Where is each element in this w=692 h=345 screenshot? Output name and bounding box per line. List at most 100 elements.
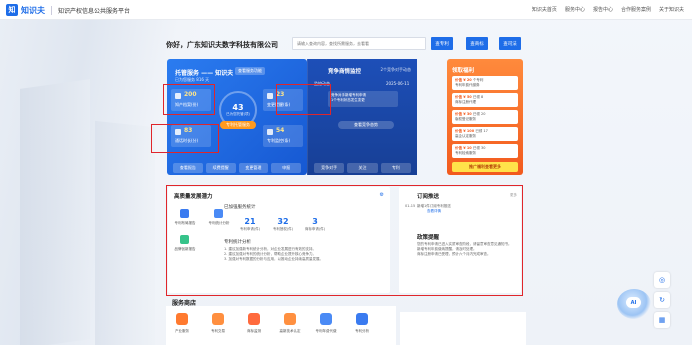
brand-monitor-icon[interactable] <box>248 313 260 325</box>
bell-icon <box>267 93 273 99</box>
nav-cases[interactable]: 合作服务案例 <box>621 6 651 13</box>
phone-icon <box>175 129 181 135</box>
welfare-desc: 版权登记服务 <box>455 117 476 121</box>
nav-service-center[interactable]: 服务中心 <box>565 6 585 13</box>
notice-panel: 订阅推送 更多 01-15 新增1件订阅专利推送 查看详情 政策提醒 您的专利申… <box>399 187 521 293</box>
query-patent-button[interactable]: 查专利 <box>431 37 453 50</box>
tab-follow[interactable]: 关注 <box>347 163 378 173</box>
custody-service-panel: 托管服务 —— 知识夫 查看服务功能 已为您服务 816 天 200 知产档案(… <box>167 59 307 175</box>
tab-change-mgmt[interactable]: 变更管理 <box>238 163 269 173</box>
service-title: 托管服务 —— 知识夫 <box>175 70 234 77</box>
service-label: 商标监测 <box>247 329 261 333</box>
tile-ip-archive[interactable]: 200 知产档案(份) <box>171 89 211 111</box>
analysis-line: 3. 加强对专利数据的分析与应用，以推动企业持续高质量发展。 <box>224 257 323 261</box>
welfare-desc: 商标注册代理 <box>455 100 476 104</box>
stat-label: 专利授权(件) <box>272 227 294 231</box>
query-judicial-button[interactable]: 查司法 <box>499 37 521 50</box>
service-label: 专利年费代缴 <box>315 329 337 333</box>
nav-about[interactable]: 关于知识夫 <box>659 6 684 13</box>
tab-competitors[interactable]: 竞争对手 <box>314 163 345 173</box>
view-competition-button[interactable]: 查看竞争态势 <box>338 121 394 129</box>
welfare-card[interactable]: 价值 ¥ 30 已领 20 版权登记服务 <box>452 110 518 124</box>
app-label: 专利布局报告 <box>174 221 196 225</box>
stats-analysis-icon[interactable] <box>214 209 223 218</box>
hightech-icon[interactable] <box>284 313 296 325</box>
search-input[interactable] <box>293 38 425 49</box>
brand-report-icon[interactable] <box>180 235 189 244</box>
tile-number: 54 <box>276 127 285 134</box>
welfare-count: 已领 8 <box>472 95 484 99</box>
logo-icon: 知 <box>6 4 18 16</box>
tab-declare[interactable]: 申报 <box>271 163 301 173</box>
tab-patents[interactable]: 专利 <box>380 163 411 173</box>
refresh-icon[interactable]: ↻ <box>654 292 670 308</box>
archive-icon <box>175 93 181 99</box>
qrcode-icon[interactable]: ▦ <box>654 312 670 328</box>
service-label: 专利交易 <box>211 329 225 333</box>
site-name: 知识产权信息公共服务平台 <box>58 7 131 15</box>
monitor-card[interactable]: 竞争对手新增专利申请 1个专利状态发生变更 <box>328 91 398 107</box>
policy-title: 政策提醒 <box>417 235 440 241</box>
notice-more-link[interactable]: 更多 <box>510 193 517 198</box>
welfare-count: 个专利 <box>472 78 484 82</box>
logo[interactable]: 知 知识夫 知识产权信息公共服务平台 <box>6 4 130 16</box>
layout-report-icon[interactable] <box>180 209 189 218</box>
monitor-row-label: 监控动态 <box>314 81 330 86</box>
tab-view-report[interactable]: 查看报告 <box>173 163 203 173</box>
stat-patent-grant: 32 专利授权(件) <box>268 217 298 232</box>
welfare-card[interactable]: 价值 ¥ 20 个专利 专利年费代缴券 <box>452 76 518 90</box>
service-label: 高新技术认定 <box>279 329 301 333</box>
welfare-desc: 专利年费代缴券 <box>455 83 480 87</box>
query-brand-button[interactable]: 查商标 <box>466 37 488 50</box>
analysis-title: 专利统计分析 <box>224 240 251 245</box>
top-bar: 知 知识夫 知识产权信息公共服务平台 知识夫首页 服务中心 报告中心 合作服务案… <box>0 0 692 20</box>
app-label: 专利统计分析 <box>208 221 230 225</box>
tile-label: 通话时长(分) <box>175 138 199 143</box>
industry-service-icon[interactable] <box>176 313 188 325</box>
notice-detail-link[interactable]: 查看详情 <box>427 209 441 214</box>
custody-count: 43 <box>232 103 244 112</box>
stat-label: 专利申请(件) <box>239 227 261 231</box>
welfare-card[interactable]: 价值 ¥ 50 已领 8 商标注册代理 <box>452 93 518 107</box>
welfare-card[interactable]: 价值 ¥ 100 已领 17 高企认定服务 <box>452 127 518 141</box>
service-area: 产业服务 专利交易 商标监测 高新技术认定 专利年费代缴 专利分析 <box>166 306 396 345</box>
development-potential-panel: 高质量发展潜力 ⚙ 专利布局报告 专利统计分析 品牌创新报告 已加强服务统计 2… <box>168 187 390 293</box>
tab-renewal[interactable]: 续费提醒 <box>205 163 236 173</box>
tile-label: 知产档案(份) <box>175 102 199 107</box>
service-badge[interactable]: 查看服务功能 <box>235 67 265 75</box>
stat-value: 3 <box>312 217 318 226</box>
patent-fee-icon[interactable] <box>320 313 332 325</box>
custody-count-label: 已为您托管(项) <box>226 112 250 116</box>
welfare-desc: 高企认定服务 <box>455 134 476 138</box>
welfare-value: 价值 ¥ 20 <box>455 78 472 82</box>
welfare-card[interactable]: 价值 ¥ 10 已领 30 专利检索服务 <box>452 144 518 158</box>
tile-number: 83 <box>184 127 193 134</box>
settings-icon[interactable]: ⚙ <box>380 192 384 198</box>
nav-report-center[interactable]: 报告中心 <box>593 6 613 13</box>
service-subtitle: 已为您服务 816 天 <box>175 77 210 82</box>
policy-text: 您的专利申请已进入实质审查阶段，请留意审查意见通知书。 新增专利年费缴纳提醒，请… <box>417 242 515 257</box>
ai-assistant-robot[interactable]: AI <box>617 289 651 319</box>
stat-value: 21 <box>244 217 256 226</box>
tile-change-reminder[interactable]: 23 变更提醒(条) <box>263 89 303 111</box>
monitor-card-line2: 1个专利状态发生变更 <box>331 98 365 102</box>
welfare-title: 领取福利 <box>452 68 475 74</box>
robot-icon: AI <box>626 297 641 308</box>
patent-trade-icon[interactable] <box>212 313 224 325</box>
nav-home[interactable]: 知识夫首页 <box>532 6 557 13</box>
search-box <box>292 37 426 50</box>
tile-patent-monitor[interactable]: 54 专利监控(条) <box>263 125 303 147</box>
patent-analysis-icon[interactable] <box>356 313 368 325</box>
customer-service-icon[interactable]: ◎ <box>654 272 670 288</box>
tile-label: 专利监控(条) <box>267 138 291 143</box>
tile-call-duration[interactable]: 83 通话时长(分) <box>171 125 211 147</box>
stat-patent-apply: 21 专利申请(件) <box>235 217 265 232</box>
custody-service-button[interactable]: 专利托管服务 <box>220 121 256 129</box>
welfare-count: 已领 30 <box>472 146 486 150</box>
welfare-value: 价值 ¥ 30 <box>455 112 472 116</box>
welfare-more-button[interactable]: 推广福利查看更多 <box>452 162 518 172</box>
tile-number: 23 <box>276 91 285 98</box>
tile-number: 200 <box>184 91 197 98</box>
competition-monitor-panel: 竞争商情监控 2个竞争对手动态 监控动态 2025-06-11 竞争对手新增专利… <box>307 59 417 175</box>
service-bottom-tabs: 查看报告 续费提醒 变更管理 申报 <box>167 161 307 175</box>
